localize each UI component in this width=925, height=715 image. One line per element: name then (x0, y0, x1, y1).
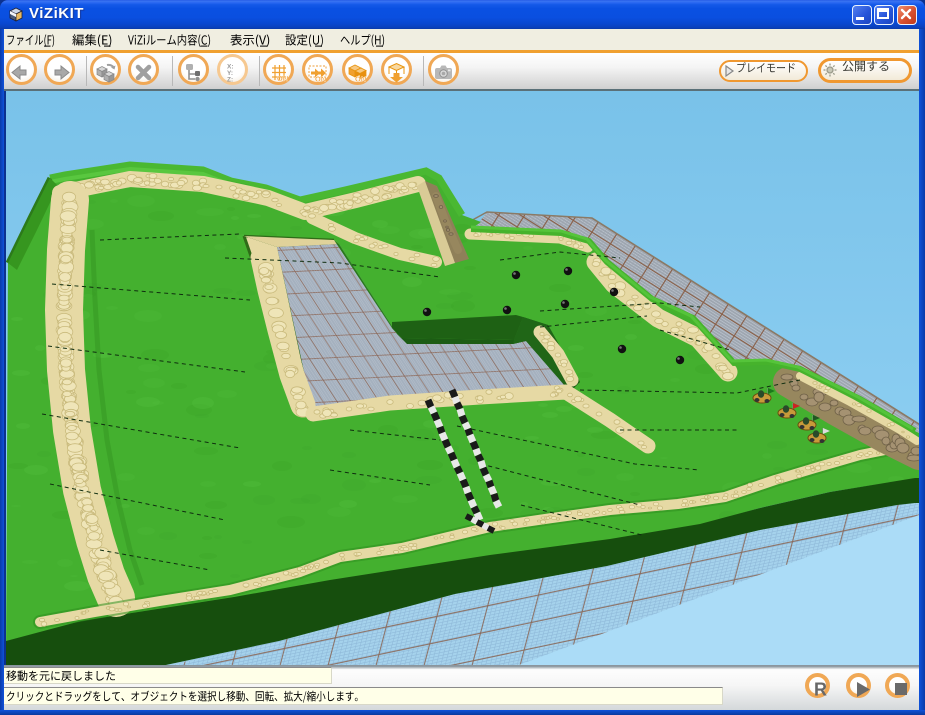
svg-text:R: R (814, 680, 827, 700)
svg-text:ON: ON (315, 75, 326, 84)
svg-text:ON: ON (355, 75, 366, 84)
svg-text:Z:: Z: (227, 77, 233, 84)
svg-text:ON: ON (277, 74, 288, 83)
